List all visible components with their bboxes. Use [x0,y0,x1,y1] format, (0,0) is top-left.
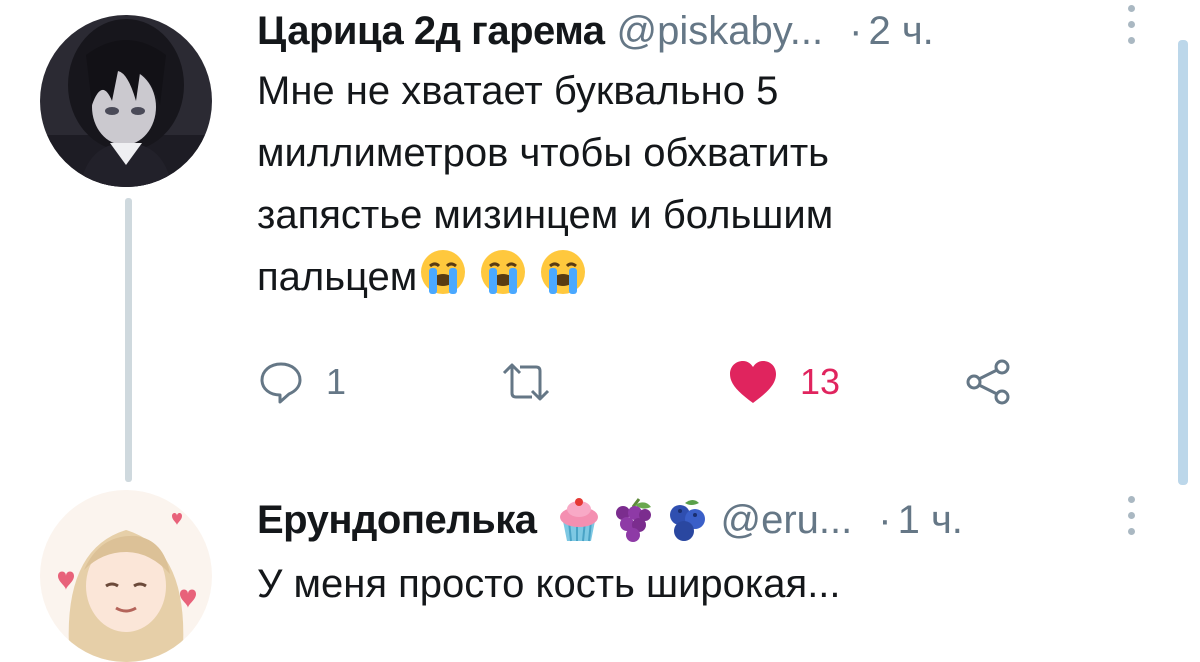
reply-count: 1 [326,361,347,402]
grapes-icon [615,498,651,542]
scrollbar[interactable] [1178,40,1188,485]
more-options-icon[interactable] [1124,496,1138,535]
author-name[interactable]: Ерундопелька [257,495,537,545]
reply-icon [260,362,302,404]
reply-button[interactable]: 1 [258,352,346,412]
thread-connector-line [125,198,132,482]
tweet-text-word: пальцем [257,255,418,299]
share-icon [966,359,1010,405]
tweet-header: Ерундопелька @eru... · 1 ч. [257,495,963,545]
tweet-text: У меня просто кость широкая... [257,553,841,615]
timestamp[interactable]: 1 ч. [898,495,963,545]
heart-icon [730,361,776,403]
emoji-group [417,246,589,298]
cupcake-icon [559,498,598,542]
retweet-icon [502,363,550,401]
more-options-icon[interactable] [1124,5,1138,44]
loudly-crying-face-icon [541,250,586,294]
tweet-actions: 1 13 [258,352,1038,412]
tweet-header: Царица 2д гарема @piskaby... · 2 ч. [257,6,934,56]
like-count: 13 [800,361,841,402]
tweet-text-line: запястье мизинцем и большим [257,193,834,237]
separator-dot: · [849,9,863,53]
author-handle[interactable]: @piskaby... [617,6,824,56]
timestamp[interactable]: 2 ч. [868,6,933,56]
author-name[interactable]: Царица 2д гарема [257,6,605,56]
author-handle[interactable]: @eru... [721,495,853,545]
like-button[interactable]: 13 [728,352,840,412]
retweet-button[interactable] [498,352,576,412]
share-button[interactable] [964,352,1014,412]
separator-dot: · [878,498,892,542]
tweet-text-line-last: пальцем [257,246,833,308]
blueberries-icon [669,500,705,541]
loudly-crying-face-icon [421,250,466,294]
avatar[interactable] [40,490,212,662]
avatar[interactable] [40,15,212,187]
tweet-text-line: Мне не хватает буквально 5 [257,69,779,113]
loudly-crying-face-icon [481,250,526,294]
tweet-text: Мне не хватает буквально 5 миллиметров ч… [257,60,833,308]
tweet-text-line: У меня просто кость широкая... [257,562,841,606]
name-emoji-group [557,497,709,543]
tweet-text-line: миллиметров чтобы обхватить [257,131,830,175]
